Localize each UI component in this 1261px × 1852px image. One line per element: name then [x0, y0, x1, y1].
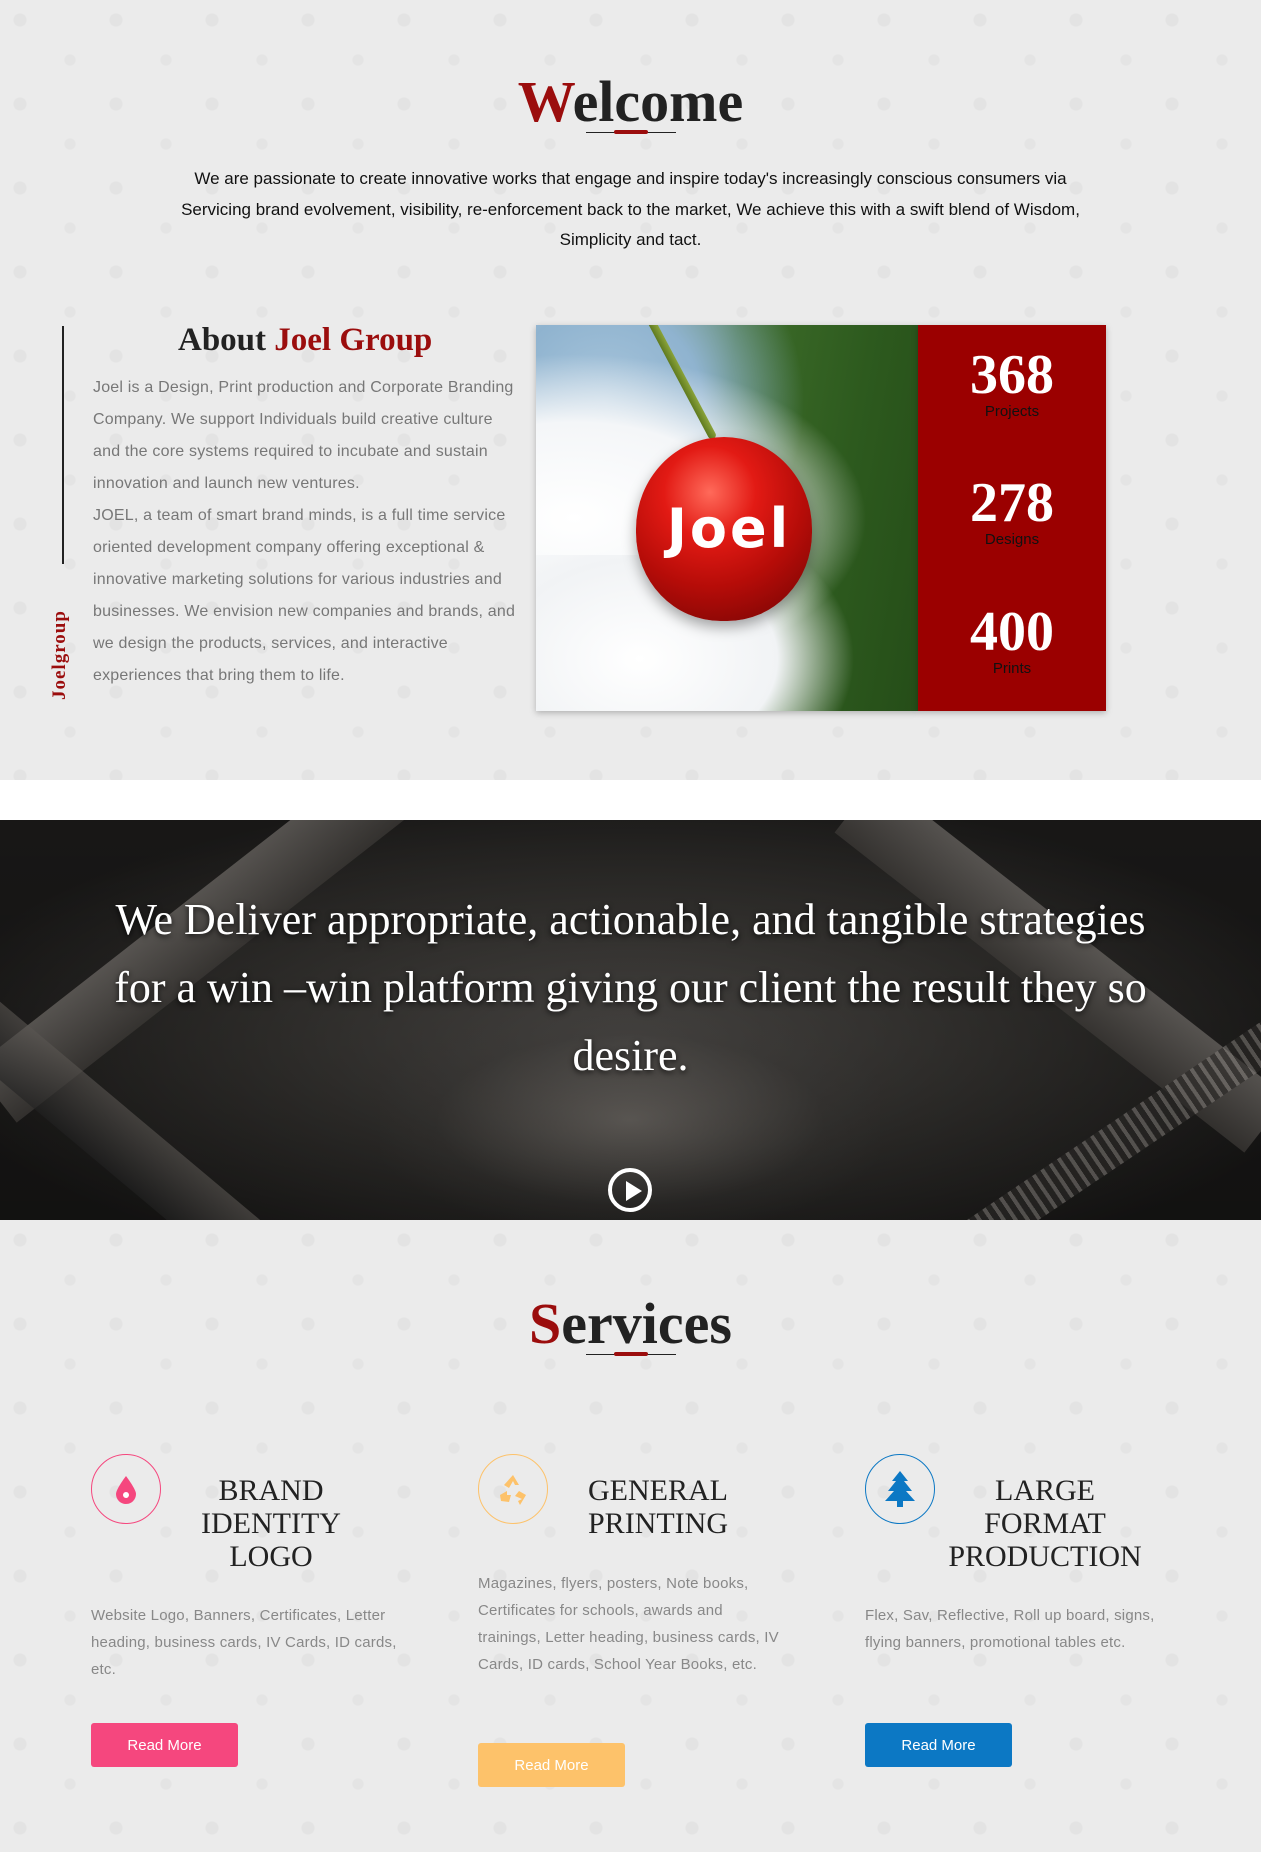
welcome-text: We are passionate to create innovative w…: [181, 169, 1080, 249]
welcome-heading-rest: elcome: [572, 69, 744, 134]
service-description: Website Logo, Banners, Certificates, Let…: [91, 1607, 397, 1678]
service-description: Magazines, flyers, posters, Note books, …: [478, 1575, 779, 1673]
tree-icon: [865, 1454, 935, 1524]
video-banner: We Deliver appropriate, actionable, and …: [0, 820, 1261, 1220]
heading-divider: [586, 130, 676, 134]
welcome-heading-initial: W: [517, 69, 573, 134]
about-vertical-rule: [62, 326, 64, 564]
cherry-brand-text: Joel: [666, 497, 792, 560]
about-paragraph: JOEL, a team of smart brand minds, is a …: [93, 507, 516, 684]
section-divider: [0, 780, 1261, 820]
stat-label: Designs: [984, 531, 1040, 548]
services-heading: Services: [0, 1290, 1261, 1357]
divider-accent: [614, 1352, 648, 1356]
stat-prints: 400 Prints: [918, 602, 1106, 677]
cherry-brand-image: Joel: [536, 325, 918, 711]
stat-value: 278: [970, 472, 1054, 534]
stat-value: 400: [970, 601, 1054, 663]
service-description: Flex, Sav, Reflective, Roll up board, si…: [865, 1607, 1155, 1651]
about-body: Joel is a Design, Print production and C…: [93, 372, 523, 692]
stat-designs: 278 Designs: [918, 473, 1106, 548]
read-more-button[interactable]: Read More: [91, 1723, 238, 1767]
play-circle-icon[interactable]: [608, 1168, 652, 1212]
service-title: GENERAL PRINTING: [588, 1474, 728, 1540]
stats-panel: 368 Projects 278 Designs 400 Prints: [918, 325, 1106, 711]
services-heading-initial: S: [529, 1291, 562, 1356]
banner-quote: We Deliver appropriate, actionable, and …: [114, 895, 1147, 1080]
about-title-prefix: About: [178, 322, 267, 358]
read-more-button[interactable]: Read More: [478, 1743, 625, 1787]
drop-icon: [91, 1454, 161, 1524]
stat-value: 368: [970, 344, 1054, 406]
read-more-button[interactable]: Read More: [865, 1723, 1012, 1767]
services-heading-rest: ervices: [561, 1291, 732, 1356]
stat-label: Prints: [992, 660, 1032, 677]
heading-divider: [586, 1352, 676, 1356]
play-triangle: [626, 1181, 642, 1201]
about-vertical-label: Joelgroup: [49, 610, 70, 700]
welcome-heading: Welcome: [0, 68, 1261, 135]
service-title: BRAND IDENTITY LOGO: [201, 1474, 341, 1573]
service-title: LARGE FORMAT PRODUCTION: [948, 1474, 1142, 1573]
recycle-icon: [478, 1454, 548, 1524]
about-title-highlight: Joel Group: [274, 322, 433, 358]
divider-accent: [614, 130, 648, 134]
stat-projects: 368 Projects: [918, 345, 1106, 420]
about-paragraph: Joel is a Design, Print production and C…: [93, 379, 514, 492]
about-title: About Joel Group: [178, 322, 432, 359]
stat-label: Projects: [984, 403, 1040, 420]
cherry-stem: [644, 325, 718, 441]
